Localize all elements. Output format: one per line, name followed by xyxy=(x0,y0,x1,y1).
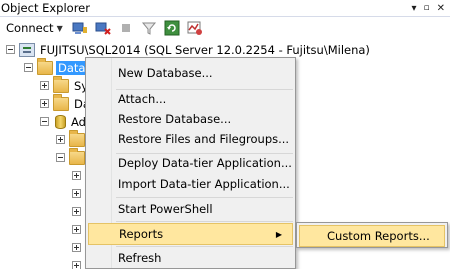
expand-icon[interactable] xyxy=(72,261,81,269)
menu-item-label: New Database... xyxy=(118,66,213,80)
panel-controls: ▾ ▫ ✕ xyxy=(411,0,445,17)
menu-item-label: Attach... xyxy=(118,92,167,106)
database-icon xyxy=(55,114,66,129)
menu-separator xyxy=(116,221,293,222)
menu-item-label: Restore Files and Filegroups... xyxy=(118,132,290,146)
tree-node-leaf[interactable] xyxy=(72,202,81,221)
menu-item-start-powershell[interactable]: Start PowerShell xyxy=(88,198,293,220)
chevron-down-icon: ▼ xyxy=(56,23,63,33)
submenu-arrow-icon: ▶ xyxy=(275,230,282,239)
expand-icon[interactable] xyxy=(40,81,49,90)
tree-node-database-snapshots[interactable]: Da xyxy=(40,93,90,113)
expand-icon[interactable] xyxy=(72,189,81,198)
expand-icon[interactable] xyxy=(56,135,65,144)
menu-item-restore-database[interactable]: Restore Database... xyxy=(88,108,293,130)
tree-node-child[interactable] xyxy=(56,129,85,149)
expand-icon[interactable] xyxy=(72,243,81,252)
server-label: FUJITSU\SQL2014 (SQL Server 12.0.2254 - … xyxy=(40,42,370,57)
tree-node-leaf[interactable] xyxy=(72,166,81,185)
tree-node-adventureworks[interactable]: Ad xyxy=(40,112,86,131)
menu-item-reports[interactable]: Reports ▶ xyxy=(88,223,293,245)
tree-node-child[interactable] xyxy=(56,147,85,167)
tree-node-label: Ad xyxy=(71,114,86,129)
connect-label: Connect xyxy=(6,21,54,35)
dropdown-arrow-icon[interactable]: ▾ xyxy=(411,0,416,17)
disconnect-icon[interactable] xyxy=(95,20,111,36)
tree-node-leaf[interactable] xyxy=(72,238,81,257)
connect-button[interactable]: Connect ▼ xyxy=(4,19,65,37)
menu-item-label: Deploy Data-tier Application... xyxy=(118,156,292,170)
expand-icon[interactable] xyxy=(72,225,81,234)
menu-item-label: Import Data-tier Application... xyxy=(118,177,290,191)
expand-icon[interactable] xyxy=(72,207,81,216)
server-icon xyxy=(19,42,35,57)
menu-item-label: Custom Reports... xyxy=(327,229,430,243)
collapse-icon[interactable] xyxy=(6,45,15,54)
filter-icon[interactable] xyxy=(141,20,157,36)
folder-icon xyxy=(69,147,85,165)
reports-submenu: Custom Reports... xyxy=(296,222,448,248)
menu-item-label: Restore Database... xyxy=(118,112,232,126)
folder-icon xyxy=(69,129,85,147)
menu-item-restore-files[interactable]: Restore Files and Filegroups... xyxy=(88,128,293,150)
close-icon[interactable]: ✕ xyxy=(437,0,445,17)
collapse-icon[interactable] xyxy=(56,153,65,162)
refresh-icon[interactable] xyxy=(164,20,180,36)
pin-icon[interactable]: ▫ xyxy=(424,0,430,17)
menu-item-custom-reports[interactable]: Custom Reports... xyxy=(299,225,445,247)
expand-icon[interactable] xyxy=(40,99,49,108)
panel-title: Object Explorer xyxy=(1,0,90,15)
folder-icon xyxy=(53,75,69,93)
stop-icon[interactable] xyxy=(118,20,134,36)
folder-icon xyxy=(37,57,53,75)
tree-node-leaf[interactable] xyxy=(72,220,81,239)
folder-icon xyxy=(53,93,69,111)
menu-item-label: Start PowerShell xyxy=(118,202,213,216)
menu-item-label: Reports xyxy=(119,227,164,241)
menu-item-attach[interactable]: Attach... xyxy=(88,88,293,110)
collapse-icon[interactable] xyxy=(24,63,33,72)
tree-node-leaf[interactable] xyxy=(72,184,81,203)
connect-object-explorer-icon[interactable] xyxy=(72,20,88,36)
context-menu: New Database... Attach... Restore Databa… xyxy=(85,57,296,269)
menu-item-deploy-data-tier[interactable]: Deploy Data-tier Application... xyxy=(88,152,293,174)
menu-item-refresh[interactable]: Refresh xyxy=(88,247,293,268)
expand-icon[interactable] xyxy=(72,171,81,180)
object-explorer-toolbar: Connect ▼ xyxy=(0,18,450,38)
menu-item-label: Refresh xyxy=(118,251,162,265)
tree-node-leaf[interactable] xyxy=(72,256,81,269)
menu-item-import-data-tier[interactable]: Import Data-tier Application... xyxy=(88,173,293,195)
activity-monitor-icon[interactable] xyxy=(187,20,203,36)
object-explorer-titlebar: Object Explorer ▾ ▫ ✕ xyxy=(0,0,450,17)
menu-item-new-database[interactable]: New Database... xyxy=(88,62,293,84)
collapse-icon[interactable] xyxy=(40,117,49,126)
